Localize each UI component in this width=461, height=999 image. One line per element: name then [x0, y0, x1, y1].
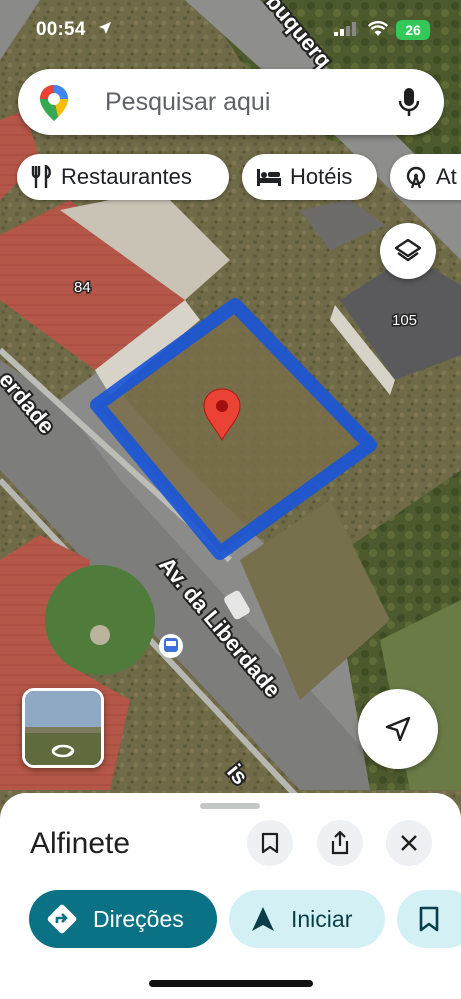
chip-restaurants[interactable]: Restaurantes: [17, 154, 229, 200]
chip-hotels[interactable]: Hotéis: [242, 154, 377, 200]
navigation-start-icon: [252, 907, 274, 931]
close-button[interactable]: [386, 820, 432, 866]
place-bottom-sheet[interactable]: Alfinete Direções Iniciar: [0, 793, 461, 999]
house-number-84: 84: [74, 279, 91, 296]
navigation-arrow-icon: [385, 716, 411, 742]
microphone-icon[interactable]: [398, 87, 420, 122]
home-indicator[interactable]: [149, 980, 313, 987]
bookmark-icon: [419, 906, 439, 932]
location-arrow-icon: [98, 21, 112, 40]
bed-icon: [257, 169, 281, 186]
bus-stop-icon[interactable]: [159, 634, 183, 658]
bookmark-icon: [261, 832, 279, 854]
wifi-icon: [367, 21, 389, 42]
screen: 84 105 Av. da Liberdade erdade buquerq i…: [0, 0, 461, 999]
fork-knife-icon: [31, 165, 51, 188]
chip-attractions[interactable]: At: [390, 154, 461, 200]
chip-label: Hotéis: [290, 164, 353, 189]
save-pill-button[interactable]: [397, 890, 461, 948]
layers-icon: [394, 238, 422, 262]
sheet-drag-handle[interactable]: [200, 803, 260, 809]
search-input[interactable]: Pesquisar aqui: [105, 88, 270, 117]
ferris-wheel-icon: [406, 166, 426, 189]
street-view-thumbnail[interactable]: [22, 688, 104, 768]
cellular-signal-icon: [334, 22, 356, 41]
share-icon: [331, 831, 349, 855]
chip-label: At: [436, 164, 457, 189]
status-bar: 00:54 26: [0, 0, 461, 60]
start-button[interactable]: Iniciar: [229, 890, 385, 948]
directions-label: Direções: [93, 905, 184, 932]
close-icon: [401, 835, 417, 851]
place-title: Alfinete: [30, 827, 131, 860]
directions-icon: [47, 904, 77, 934]
status-time: 00:54: [36, 19, 86, 40]
save-button[interactable]: [247, 820, 293, 866]
my-location-button[interactable]: [358, 689, 438, 769]
house-number-105: 105: [392, 312, 417, 329]
battery-indicator: 26: [396, 20, 430, 40]
share-button[interactable]: [317, 820, 363, 866]
chip-label: Restaurantes: [61, 164, 192, 189]
search-bar[interactable]: Pesquisar aqui: [18, 69, 444, 135]
maps-logo-icon: [38, 83, 70, 128]
start-label: Iniciar: [291, 905, 353, 932]
layers-button[interactable]: [380, 223, 436, 279]
category-chips: Restaurantes Hotéis At: [17, 154, 461, 200]
directions-button[interactable]: Direções: [29, 890, 217, 948]
